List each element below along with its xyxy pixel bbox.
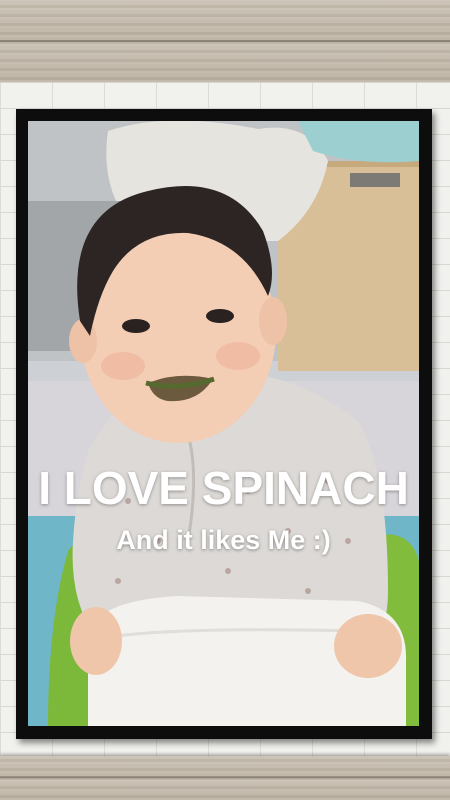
wood-plank-footer [0, 756, 450, 800]
baby-photo-illustration [28, 121, 419, 726]
photo-frame: I LOVE SPINACH And it likes Me :) [16, 109, 432, 739]
baby-photo: I LOVE SPINACH And it likes Me :) [28, 121, 419, 726]
photo-caption-title: I LOVE SPINACH [38, 462, 409, 514]
wood-plank-header [0, 0, 450, 82]
photo-caption-subtitle: And it likes Me :) [116, 525, 331, 555]
